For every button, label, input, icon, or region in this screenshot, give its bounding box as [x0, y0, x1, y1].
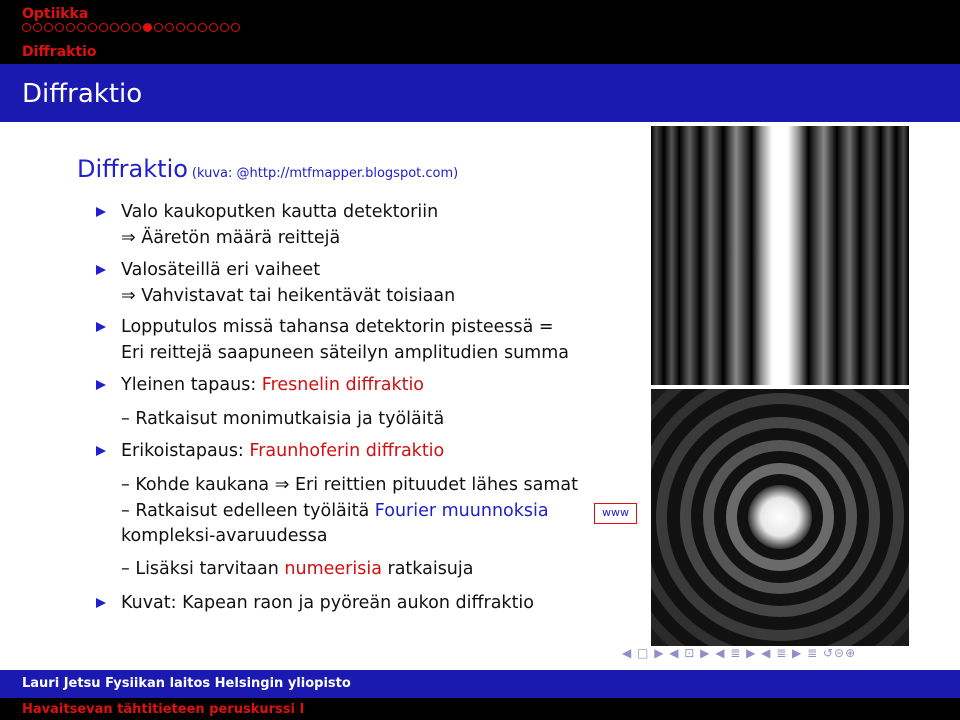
fourier-link[interactable]: Fourier muunnoksia	[375, 501, 549, 521]
nav-dot[interactable]	[231, 23, 240, 32]
nav-dot[interactable]	[132, 23, 141, 32]
section-title[interactable]: Diffraktio	[22, 44, 97, 60]
nav-dot[interactable]	[220, 23, 229, 32]
list-item-continuation: ⇒ Ääretön määrä reittejä	[121, 228, 341, 248]
nav-dot[interactable]	[99, 23, 108, 32]
beamer-navigation-icons[interactable]: ◀ □ ▶ ◀ ⊡ ▶ ◀ ≣ ▶ ◀ ≣ ▶ ≣ ↺⊝⊕	[622, 646, 856, 660]
block-heading: Diffraktio (kuva: @http://mtfmapper.blogs…	[77, 155, 458, 183]
list-item: Valosäteillä eri vaiheet	[121, 260, 321, 280]
numerical-link[interactable]: numeerisia	[284, 559, 382, 579]
bullet-icon	[96, 446, 106, 456]
list-item-continuation: Eri reittejä saapuneen säteilyn amplitud…	[121, 343, 569, 363]
fresnel-link[interactable]: Fresnelin diffraktio	[262, 375, 424, 395]
section-bar	[0, 40, 960, 64]
nav-dot[interactable]	[143, 23, 152, 32]
www-link-button[interactable]: www	[594, 503, 637, 524]
nav-dot[interactable]	[44, 23, 53, 32]
nav-dot[interactable]	[121, 23, 130, 32]
sub-item-suffix: ratkaisuja	[381, 559, 474, 579]
fraunhofer-link[interactable]: Fraunhoferin diffraktio	[249, 441, 444, 461]
sub-item: – Ratkaisut monimutkaisia ja työläitä	[121, 409, 445, 429]
sub-item: – Kohde kaukana ⇒ Eri reittien pituudet …	[121, 475, 578, 495]
nav-dot[interactable]	[55, 23, 64, 32]
slit-diffraction-image	[651, 126, 909, 385]
bullet-icon	[96, 265, 106, 275]
list-item: Kuvat: Kapean raon ja pyöreän aukon diff…	[121, 593, 534, 613]
list-item: Erikoistapaus: Fraunhoferin diffraktio	[121, 441, 444, 461]
list-item-prefix: Erikoistapaus:	[121, 441, 250, 461]
nav-dot[interactable]	[209, 23, 218, 32]
nav-dot[interactable]	[165, 23, 174, 32]
list-item-continuation: ⇒ Vahvistavat tai heikentävät toisiaan	[121, 286, 456, 306]
bullet-icon	[96, 207, 106, 217]
nav-dot[interactable]	[198, 23, 207, 32]
bullet-icon	[96, 598, 106, 608]
nav-dot[interactable]	[187, 23, 196, 32]
nav-dot[interactable]	[88, 23, 97, 32]
frame-title-bar	[0, 64, 960, 122]
image-source: (kuva: @http://mtfmapper.blogspot.com)	[191, 166, 459, 181]
airy-pattern-image	[651, 389, 909, 646]
list-item: Yleinen tapaus: Fresnelin diffraktio	[121, 375, 424, 395]
frame-title: Diffraktio	[22, 79, 143, 109]
sub-item-continuation: kompleksi-avaruudessa	[121, 526, 328, 546]
list-item: Valo kaukoputken kautta detektoriin	[121, 202, 439, 222]
course-title[interactable]: Optiikka	[22, 6, 88, 22]
nav-dot[interactable]	[110, 23, 119, 32]
footer-authors: Lauri Jetsu Fysiikan laitos Helsingin yl…	[22, 676, 351, 691]
nav-dot[interactable]	[176, 23, 185, 32]
bullet-icon	[96, 322, 106, 332]
nav-dot[interactable]	[66, 23, 75, 32]
slide-navigation-dots[interactable]	[22, 23, 240, 37]
list-item-prefix: Yleinen tapaus:	[121, 375, 262, 395]
block-heading-text: Diffraktio	[77, 155, 188, 183]
nav-dot[interactable]	[77, 23, 86, 32]
nav-dot[interactable]	[33, 23, 42, 32]
nav-dot[interactable]	[154, 23, 163, 32]
nav-dot[interactable]	[22, 23, 31, 32]
list-item: Lopputulos missä tahansa detektorin pist…	[121, 317, 554, 337]
sub-item: – Lisäksi tarvitaan numeerisia ratkaisuj…	[121, 559, 474, 579]
sub-item: – Ratkaisut edelleen työläitä Fourier mu…	[121, 501, 549, 521]
footer-course: Havaitsevan tähtitieteen peruskurssi I	[22, 702, 305, 717]
bullet-icon	[96, 380, 106, 390]
sub-item-prefix: – Ratkaisut edelleen työläitä	[121, 501, 375, 521]
sub-item-prefix: – Lisäksi tarvitaan	[121, 559, 285, 579]
